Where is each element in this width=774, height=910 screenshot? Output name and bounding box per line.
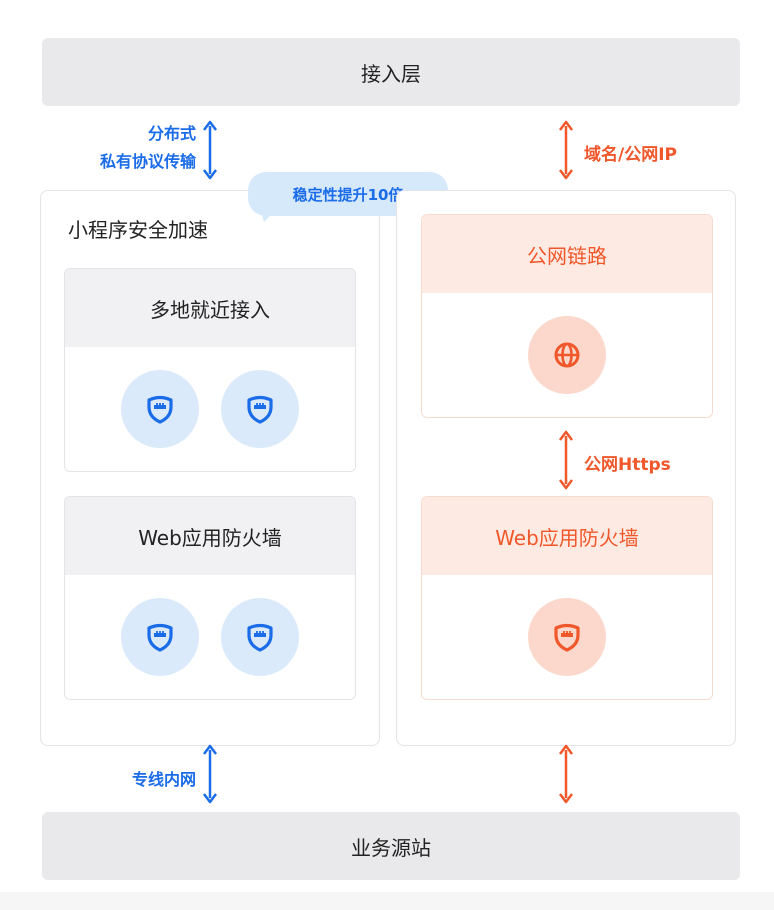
public-link-title: 公网链路 — [527, 243, 607, 268]
waf-card-left: Web应用防火墙 — [64, 496, 356, 700]
origin-server-bar: 业务源站 — [42, 812, 740, 880]
card-body — [65, 575, 355, 699]
card-header: Web应用防火墙 — [65, 497, 355, 575]
nearby-access-card: 多地就近接入 — [64, 268, 356, 472]
left-top-double-arrow — [203, 120, 217, 180]
globe-icon — [528, 316, 606, 394]
left-bottom-double-arrow — [203, 744, 217, 804]
shield-icon — [121, 370, 199, 448]
badge-pointer — [260, 208, 278, 222]
card-body — [422, 575, 712, 699]
left-bottom-arrow-label: 专线内网 — [131, 770, 196, 789]
card-header: 公网链路 — [422, 215, 712, 293]
access-layer-label: 接入层 — [361, 61, 421, 86]
shield-icon — [221, 598, 299, 676]
shield-icon — [221, 370, 299, 448]
shield-icon — [528, 598, 606, 676]
public-link-card: 公网链路 — [421, 214, 713, 418]
left-top-arrow-label: 分布式 私有协议传输 — [60, 120, 196, 176]
shield-icon — [121, 598, 199, 676]
right-middle-double-arrow — [559, 430, 573, 490]
waf-left-title: Web应用防火墙 — [138, 525, 282, 550]
panel-title: 小程序安全加速 — [68, 218, 208, 242]
card-body — [65, 347, 355, 471]
card-body — [422, 293, 712, 417]
stability-badge-text: 稳定性提升10倍 — [292, 185, 404, 204]
access-layer-bar: 接入层 — [42, 38, 740, 106]
right-middle-arrow-label: 公网Https — [584, 455, 671, 475]
left-top-arrow-label-line2: 私有协议传输 — [99, 152, 196, 171]
bottom-strip — [0, 892, 774, 910]
right-top-double-arrow — [559, 120, 573, 180]
card-header: 多地就近接入 — [65, 269, 355, 347]
origin-server-label: 业务源站 — [351, 835, 431, 860]
nearby-access-title: 多地就近接入 — [150, 297, 270, 322]
right-top-arrow-label: 域名/公网IP — [584, 145, 677, 165]
waf-card-right: Web应用防火墙 — [421, 496, 713, 700]
left-top-arrow-label-line1: 分布式 — [147, 124, 196, 143]
card-header: Web应用防火墙 — [422, 497, 712, 575]
right-bottom-double-arrow — [559, 744, 573, 804]
waf-right-title: Web应用防火墙 — [495, 525, 639, 550]
